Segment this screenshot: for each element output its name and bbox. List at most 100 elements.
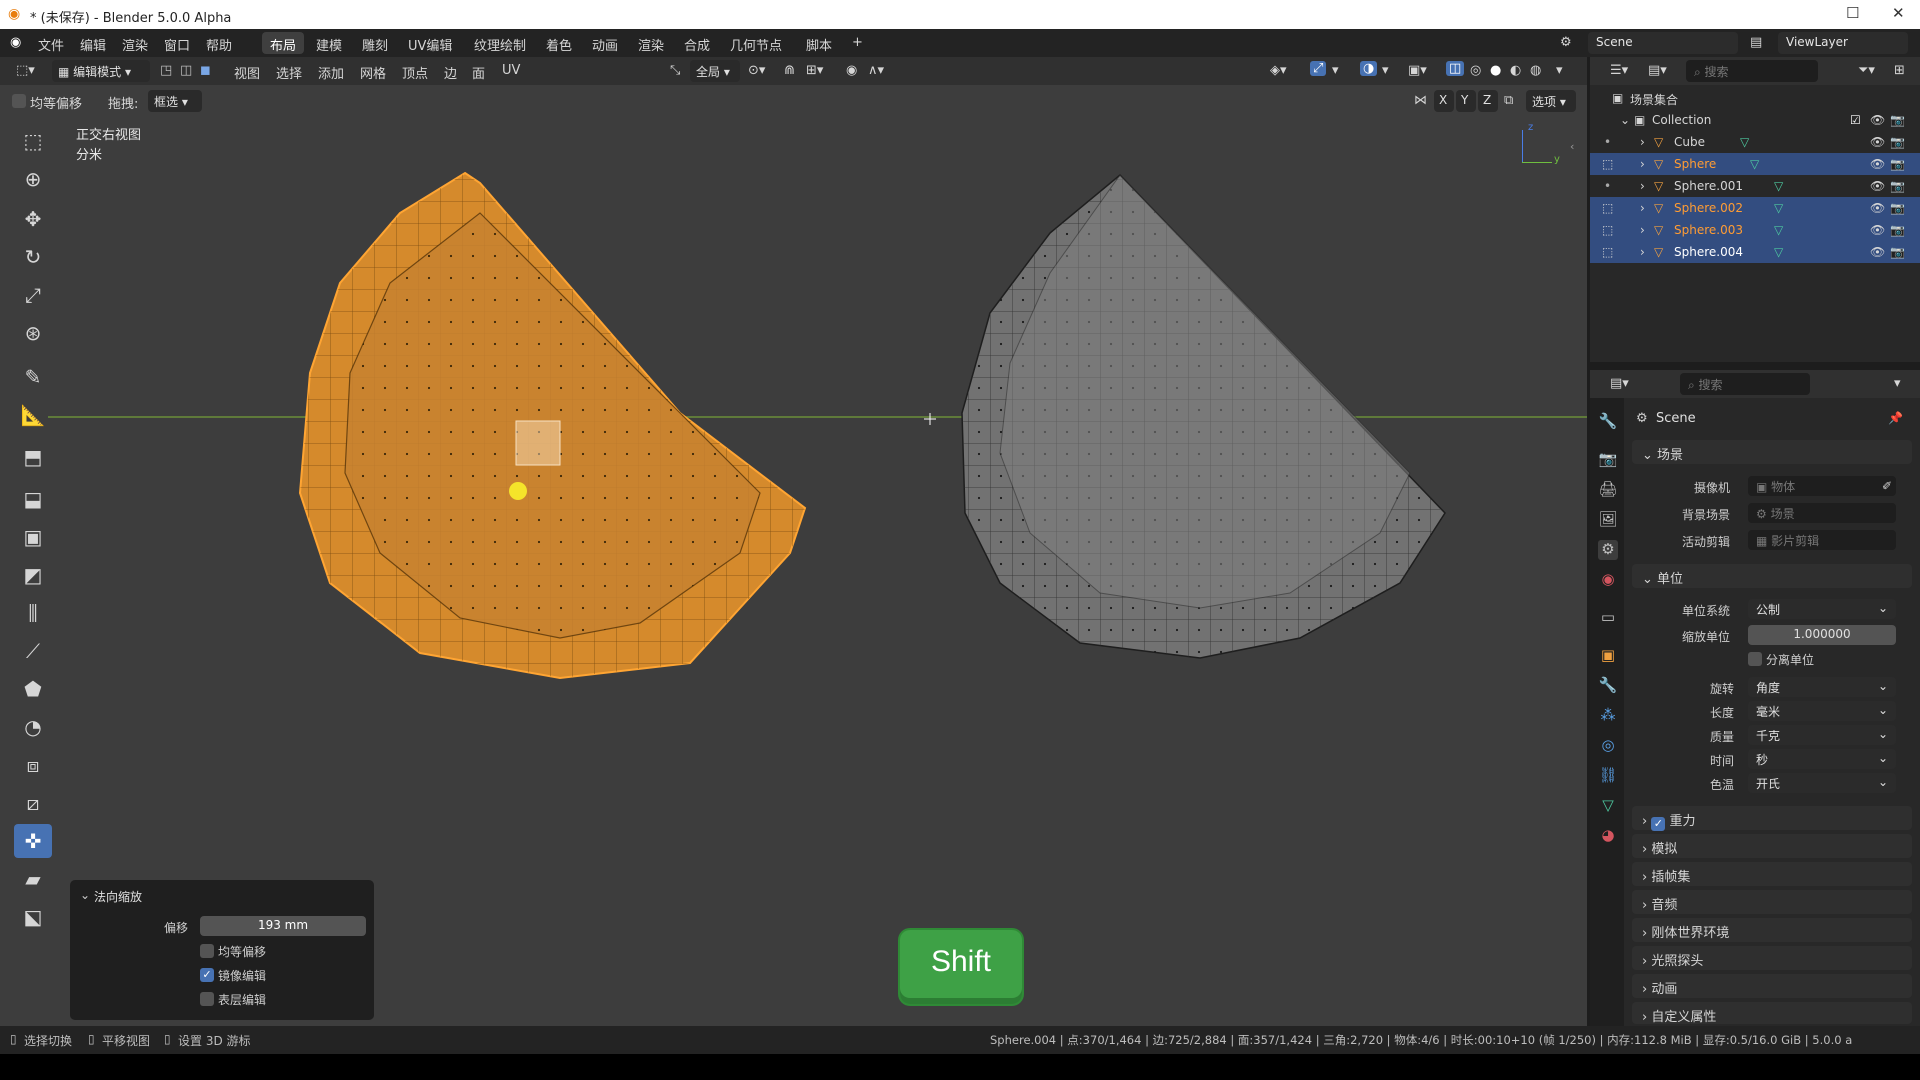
- snap-target-icon[interactable]: ⊞▾: [806, 63, 823, 78]
- new-collection-icon[interactable]: ⊞: [1894, 63, 1905, 78]
- camera-icon[interactable]: 📷: [1890, 157, 1905, 171]
- overlays-dropdown-icon[interactable]: ▾: [1382, 63, 1389, 78]
- separate-units-checkbox[interactable]: [1748, 652, 1762, 666]
- mirror-y-button[interactable]: Y: [1456, 90, 1476, 112]
- particles-tab-icon[interactable]: ⁂: [1598, 706, 1618, 726]
- view-layer-tab-icon[interactable]: 🖼: [1598, 510, 1618, 530]
- mirror-x-button[interactable]: X: [1434, 90, 1454, 112]
- outliner-object-row[interactable]: ⬚ › ▽ Sphere ▽ 👁 📷: [1590, 153, 1920, 175]
- eye-icon[interactable]: 👁: [1870, 223, 1885, 237]
- scale-tool-icon[interactable]: ⤢: [14, 278, 52, 312]
- length-dropdown[interactable]: 毫米 ⌄: [1748, 701, 1896, 721]
- rotation-dropdown[interactable]: 角度 ⌄: [1748, 677, 1896, 697]
- options-dropdown[interactable]: 选项 ▾: [1526, 90, 1576, 112]
- drag-dropdown[interactable]: 框选 ▾: [148, 90, 202, 112]
- world-tab-icon[interactable]: ◉: [1598, 570, 1618, 590]
- outliner-scene-collection[interactable]: ▣ 场景集合: [1590, 87, 1920, 109]
- proportional-edit-icon[interactable]: ◉: [846, 63, 857, 78]
- maximize-icon[interactable]: ☐: [1846, 4, 1859, 22]
- camera-icon[interactable]: 📷: [1890, 245, 1905, 259]
- mirror-edit-checkbox[interactable]: ✓: [200, 968, 214, 982]
- visibility-icon[interactable]: ◈▾: [1270, 63, 1287, 78]
- scene-selector[interactable]: Scene: [1588, 32, 1738, 54]
- eye-icon[interactable]: 👁: [1870, 135, 1885, 149]
- outliner-object-row[interactable]: • › ▽ Sphere.001 ▽ 👁 📷: [1590, 175, 1920, 197]
- menu-add[interactable]: 添加: [318, 63, 344, 82]
- material-tab-icon[interactable]: ◕: [1598, 826, 1618, 846]
- pin-icon[interactable]: 📌: [1888, 411, 1903, 425]
- data-tab-icon[interactable]: ▽: [1598, 796, 1618, 816]
- eyedropper-icon[interactable]: ✐: [1882, 479, 1892, 493]
- view-layer-icon[interactable]: ▤: [1750, 35, 1762, 50]
- edit-mode-icon[interactable]: ⬚: [1602, 245, 1613, 259]
- workspace-tab-compositing[interactable]: 合成: [676, 32, 718, 54]
- edge-slide-tool-icon[interactable]: ⧄: [14, 786, 52, 820]
- workspace-tab-shading[interactable]: 着色: [538, 32, 580, 54]
- filter-icon[interactable]: ⏷▾: [1858, 63, 1875, 78]
- active-clip-field[interactable]: ▦ 影片剪辑: [1748, 530, 1896, 550]
- surface-snap-checkbox[interactable]: [200, 992, 214, 1006]
- shading-material-icon[interactable]: ◐: [1510, 63, 1521, 78]
- mirror-icon[interactable]: ⋈: [1414, 93, 1427, 108]
- proportional-falloff-icon[interactable]: ∧▾: [868, 63, 884, 78]
- expand-icon[interactable]: ›: [1640, 201, 1645, 215]
- menu-view[interactable]: 视图: [234, 63, 260, 82]
- menu-help[interactable]: 帮助: [206, 35, 232, 54]
- extrude-tool-icon[interactable]: ⬓: [14, 482, 52, 516]
- menu-window[interactable]: 窗口: [164, 35, 190, 54]
- collection-tab-icon[interactable]: ▭: [1598, 608, 1618, 628]
- move-tool-icon[interactable]: ✥: [14, 202, 52, 236]
- eye-icon[interactable]: 👁: [1870, 157, 1885, 171]
- display-mode-icon[interactable]: ▤▾: [1648, 63, 1667, 78]
- cursor-tool-icon[interactable]: ⊕: [14, 162, 52, 196]
- measure-tool-icon[interactable]: 📐: [14, 398, 52, 432]
- even-offset-option-checkbox[interactable]: [200, 944, 214, 958]
- outliner-object-row[interactable]: ⬚ › ▽ Sphere.003 ▽ 👁 📷: [1590, 219, 1920, 241]
- overlays-toggle-icon[interactable]: ◑: [1360, 61, 1378, 76]
- gizmo-dropdown-icon[interactable]: ▾: [1332, 63, 1339, 78]
- mass-dropdown[interactable]: 千克 ⌄: [1748, 725, 1896, 745]
- menu-vertex[interactable]: 顶点: [402, 63, 428, 82]
- workspace-tab-sculpt[interactable]: 雕刻: [354, 32, 396, 54]
- outliner-object-row[interactable]: ⬚ › ▽ Sphere.002 ▽ 👁 📷: [1590, 197, 1920, 219]
- outliner-object-row[interactable]: ⬚ › ▽ Sphere.004 ▽ 👁 📷: [1590, 241, 1920, 263]
- modifier-tab-icon[interactable]: 🔧: [1598, 676, 1618, 696]
- unit-system-dropdown[interactable]: 公制 ⌄: [1748, 599, 1896, 619]
- shading-options-icon[interactable]: ▾: [1556, 63, 1563, 78]
- menu-select[interactable]: 选择: [276, 63, 302, 82]
- select-mode-face-icon[interactable]: ◼: [200, 63, 211, 78]
- render-tab-icon[interactable]: 📷: [1598, 450, 1618, 470]
- collection-expand-icon[interactable]: ⌄: [1620, 113, 1630, 127]
- properties-search[interactable]: ⌕ 搜索: [1680, 373, 1810, 395]
- edit-mode-icon[interactable]: ⬚: [1602, 223, 1613, 237]
- view-layer-selector[interactable]: ViewLayer: [1778, 32, 1908, 54]
- pivot-point-icon[interactable]: ⊙▾: [748, 63, 765, 78]
- eye-icon[interactable]: 👁: [1870, 201, 1885, 215]
- menu-render[interactable]: 渲染: [122, 35, 148, 54]
- scene-section-header[interactable]: ⌄ 场景: [1632, 440, 1912, 464]
- workspace-tab-layout[interactable]: 布局: [262, 32, 305, 54]
- collection-eye-icon[interactable]: 👁: [1870, 113, 1885, 127]
- shrink-fatten-tool-icon[interactable]: ✜: [14, 824, 52, 858]
- transform-orientation-icon[interactable]: ⤡: [670, 63, 680, 78]
- shading-solid-icon[interactable]: ●: [1490, 63, 1501, 78]
- menu-edge[interactable]: 边: [444, 63, 457, 82]
- select-box-tool-icon[interactable]: ⬚: [14, 124, 52, 158]
- expand-icon[interactable]: ›: [1640, 245, 1645, 259]
- mode-selector[interactable]: ▦ 编辑模式 ▾: [52, 60, 150, 82]
- temperature-dropdown[interactable]: 开氏 ⌄: [1748, 773, 1896, 793]
- bevel-tool-icon[interactable]: ◩: [14, 558, 52, 592]
- camera-field[interactable]: ▣ 物体: [1748, 476, 1896, 496]
- light-probes-section-header[interactable]: › 光照探头: [1632, 946, 1912, 970]
- time-dropdown[interactable]: 秒 ⌄: [1748, 749, 1896, 769]
- outliner-collection[interactable]: ⌄ ▣ Collection ☑ 👁 📷: [1590, 109, 1920, 131]
- expand-icon[interactable]: ›: [1640, 157, 1645, 171]
- smooth-tool-icon[interactable]: ⧈: [14, 748, 52, 782]
- add-workspace-button[interactable]: +: [844, 32, 871, 54]
- animation-section-header[interactable]: › 动画: [1632, 974, 1912, 998]
- knife-tool-icon[interactable]: ⟋: [14, 634, 52, 668]
- rotate-tool-icon[interactable]: ↻: [14, 240, 52, 274]
- scene-icon[interactable]: ⚙: [1560, 35, 1572, 50]
- workspace-tab-uv[interactable]: UV编辑: [400, 32, 460, 54]
- keying-sets-section-header[interactable]: › 插帧集: [1632, 862, 1912, 886]
